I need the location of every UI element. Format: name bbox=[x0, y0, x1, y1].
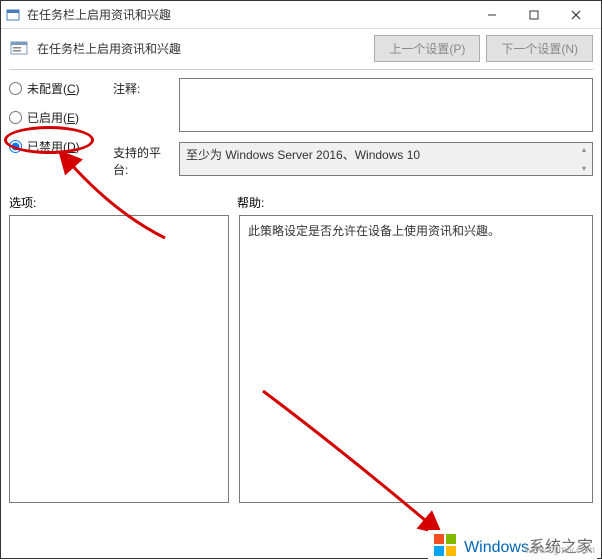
panels: 此策略设定是否允许在设备上使用资讯和兴趣。 bbox=[1, 215, 601, 511]
window-controls bbox=[471, 1, 597, 29]
radio-enabled[interactable]: 已启用(E) bbox=[9, 109, 105, 126]
radio-not-configured-input[interactable] bbox=[9, 82, 22, 95]
help-label: 帮助: bbox=[237, 194, 264, 211]
comment-label: 注释: bbox=[113, 78, 173, 97]
windows-logo-icon bbox=[432, 532, 458, 558]
radio-enabled-label: 已启用(E) bbox=[27, 109, 79, 126]
window-title: 在任务栏上启用资讯和兴趣 bbox=[27, 6, 471, 23]
close-button[interactable] bbox=[555, 1, 597, 29]
divider bbox=[9, 69, 593, 70]
help-text: 此策略设定是否允许在设备上使用资讯和兴趣。 bbox=[248, 224, 500, 238]
platform-box: 至少为 Windows Server 2016、Windows 10 ▴▾ bbox=[179, 142, 593, 176]
radio-not-configured-label: 未配置(C) bbox=[27, 80, 80, 97]
radio-group: 未配置(C) 已启用(E) 已禁用(D) bbox=[9, 78, 105, 178]
radio-not-configured[interactable]: 未配置(C) bbox=[9, 80, 105, 97]
comment-textarea[interactable] bbox=[179, 78, 593, 132]
options-panel bbox=[9, 215, 229, 503]
radio-disabled[interactable]: 已禁用(D) bbox=[9, 138, 105, 155]
toolbar: 在任务栏上启用资讯和兴趣 上一个设置(P) 下一个设置(N) bbox=[1, 29, 601, 67]
next-setting-button[interactable]: 下一个设置(N) bbox=[486, 35, 593, 62]
minimize-button[interactable] bbox=[471, 1, 513, 29]
radio-enabled-input[interactable] bbox=[9, 111, 22, 124]
policy-icon bbox=[9, 38, 29, 58]
app-icon bbox=[5, 7, 21, 23]
scroll-indicator: ▴▾ bbox=[578, 145, 590, 173]
radio-disabled-input[interactable] bbox=[9, 140, 22, 153]
section-labels: 选项: 帮助: bbox=[1, 178, 601, 215]
toolbar-title: 在任务栏上启用资讯和兴趣 bbox=[37, 40, 366, 57]
maximize-button[interactable] bbox=[513, 1, 555, 29]
prev-setting-button[interactable]: 上一个设置(P) bbox=[374, 35, 480, 62]
help-panel: 此策略设定是否允许在设备上使用资讯和兴趣。 bbox=[239, 215, 593, 503]
platform-label: 支持的平台: bbox=[113, 142, 173, 178]
options-label: 选项: bbox=[9, 194, 237, 211]
watermark-url: www.bjjmlv.com bbox=[525, 545, 595, 556]
radio-disabled-label: 已禁用(D) bbox=[27, 138, 80, 155]
platform-value: 至少为 Windows Server 2016、Windows 10 bbox=[186, 146, 420, 163]
config-area: 未配置(C) 已启用(E) 已禁用(D) 注释: 支持的平台: 至少为 Wind… bbox=[1, 78, 601, 178]
titlebar: 在任务栏上启用资讯和兴趣 bbox=[1, 1, 601, 29]
